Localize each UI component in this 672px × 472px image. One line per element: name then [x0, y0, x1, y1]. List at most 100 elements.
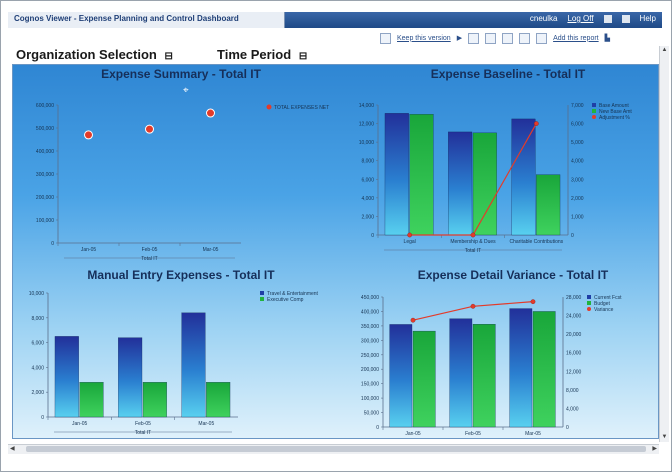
bar — [472, 324, 496, 428]
x-tick-label: Jan-05 — [405, 431, 421, 437]
y-tick-label: 12,000 — [359, 122, 375, 128]
vertical-scrollbar[interactable]: ▲ ▼ — [659, 46, 669, 442]
y-tick-label: 200,000 — [36, 195, 54, 201]
y2-tick-label: 2,000 — [571, 196, 584, 202]
legend-marker — [592, 115, 596, 119]
legend-marker — [592, 103, 596, 107]
output-format-icon[interactable] — [502, 32, 514, 44]
viewer-title-bar: Cognos Viewer - Expense Planning and Con… — [8, 12, 662, 28]
legend-label: Variance — [594, 307, 614, 313]
drill-up-icon[interactable] — [485, 32, 497, 44]
legend-label: Adjustment % — [599, 115, 630, 121]
y-tick-label: 350,000 — [361, 324, 379, 330]
line-point — [407, 232, 413, 238]
y2-tick-label: 4,000 — [571, 159, 584, 165]
bar — [409, 114, 434, 236]
x-tick-label: Legal — [404, 239, 416, 245]
add-report-link[interactable]: Add this report — [553, 35, 599, 42]
y-tick-label: 150,000 — [361, 382, 379, 388]
help-link[interactable]: Help — [640, 14, 656, 23]
y2-tick-label: 12,000 — [566, 369, 582, 375]
scroll-right-icon[interactable]: ▶ — [652, 445, 657, 452]
y2-tick-label: 8,000 — [566, 388, 579, 394]
y-tick-label: 300,000 — [361, 338, 379, 344]
x-group-label: Total IT — [141, 256, 157, 262]
y2-tick-label: 16,000 — [566, 351, 582, 357]
y2-tick-label: 20,000 — [566, 332, 582, 338]
search-icon[interactable] — [603, 14, 612, 23]
bar — [509, 308, 533, 428]
x-tick-label: Membership & Dues — [450, 239, 496, 245]
scroll-up-icon[interactable]: ▲ — [661, 47, 668, 54]
prompt-icon[interactable]: ⊟ — [299, 51, 307, 62]
y-tick-label: 0 — [51, 241, 54, 247]
y2-tick-label: 0 — [571, 233, 574, 239]
toolbar-end-icon[interactable]: ▙ — [605, 34, 610, 42]
bar — [142, 382, 167, 418]
bar — [448, 131, 473, 236]
keep-version-icon[interactable] — [380, 32, 391, 44]
y-tick-label: 2,000 — [31, 390, 44, 396]
x-tick-label: Jan-05 — [81, 247, 97, 253]
bar — [181, 312, 206, 418]
y-tick-label: 4,000 — [361, 196, 374, 202]
data-point — [84, 130, 93, 140]
x-tick-label: Jan-05 — [72, 421, 88, 427]
bar — [449, 318, 473, 428]
x-tick-label: Mar-05 — [203, 247, 219, 253]
line-point — [530, 299, 536, 304]
y-tick-label: 8,000 — [31, 316, 44, 322]
y-tick-label: 0 — [376, 425, 379, 431]
y-tick-label: 250,000 — [361, 353, 379, 359]
chart-title: Manual Entry Expenses - Total IT — [87, 268, 275, 282]
y-tick-label: 0 — [41, 415, 44, 421]
add-report-icon[interactable] — [536, 32, 548, 44]
report-tab[interactable]: Cognos Viewer - Expense Planning and Con… — [8, 12, 285, 28]
keep-version-link[interactable]: Keep this version — [397, 35, 451, 42]
time-period-prompt[interactable]: Time Period ⊟ — [217, 47, 307, 62]
chart-title: Expense Detail Variance - Total IT — [418, 268, 609, 282]
drill-down-icon[interactable] — [468, 32, 480, 44]
bar — [472, 132, 497, 236]
chart-type-icon[interactable] — [519, 32, 531, 44]
y2-tick-label: 0 — [566, 425, 569, 431]
legend-label: Executive Comp — [267, 297, 304, 303]
logoff-link[interactable]: Log Off — [567, 14, 593, 23]
organization-prompt[interactable]: Organization Selection ⊟ — [16, 47, 173, 62]
y2-tick-label: 24,000 — [566, 314, 582, 320]
bar — [389, 324, 413, 428]
user-name: cneulka — [529, 14, 558, 23]
time-period-prompt-label: Time Period — [217, 47, 292, 62]
horizontal-scrollbar[interactable]: ◀ ▶ — [8, 444, 659, 454]
chart-title: Expense Summary - Total IT — [101, 67, 261, 81]
x-tick-label: Mar-05 — [198, 421, 214, 427]
bar — [384, 113, 409, 236]
scroll-thumb[interactable] — [26, 446, 646, 452]
bar — [118, 337, 143, 418]
bar — [412, 330, 436, 428]
y-tick-label: 50,000 — [364, 411, 380, 417]
legend-marker — [260, 297, 264, 301]
y2-tick-label: 6,000 — [571, 122, 584, 128]
x-group-label: Total IT — [135, 430, 151, 436]
bar — [54, 336, 79, 418]
y2-tick-label: 1,000 — [571, 214, 584, 220]
y2-tick-label: 3,000 — [571, 177, 584, 183]
run-icon[interactable]: ▶ — [457, 34, 462, 42]
x-tick-label: Feb-05 — [465, 431, 481, 437]
y-tick-label: 100,000 — [36, 218, 54, 224]
x-tick-label: Charitable Contributions — [510, 239, 564, 245]
bar — [536, 174, 561, 236]
y-tick-label: 2,000 — [361, 214, 374, 220]
legend-marker — [266, 104, 272, 110]
home-icon[interactable] — [621, 14, 630, 23]
window-title: Cognos Viewer - Expense Planning and Con… — [14, 14, 239, 23]
scroll-down-icon[interactable]: ▼ — [661, 434, 668, 441]
prompt-icon[interactable]: ⊟ — [164, 51, 172, 62]
scroll-left-icon[interactable]: ◀ — [10, 445, 15, 452]
y2-tick-label: 5,000 — [571, 140, 584, 146]
y-tick-label: 200,000 — [361, 367, 379, 373]
line-point — [470, 232, 476, 238]
x-tick-label: Mar-05 — [525, 431, 541, 437]
legend-marker — [592, 109, 596, 113]
